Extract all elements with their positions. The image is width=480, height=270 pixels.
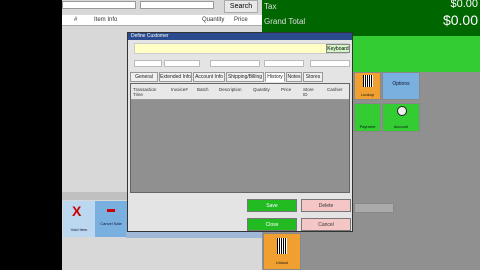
dialog-title: Define Customer <box>128 33 352 40</box>
search-button[interactable]: Search <box>224 0 258 13</box>
status-strip <box>126 232 262 238</box>
col-store-id: Store ID <box>303 87 314 97</box>
search-input-secondary[interactable] <box>140 1 214 9</box>
tab-account-info[interactable]: Account Info <box>193 72 225 82</box>
unlock-button[interactable]: Unlock <box>263 233 301 270</box>
void-item-button[interactable]: X Void Item <box>63 201 95 237</box>
tab-shipping-billing[interactable]: Shipping/Billing <box>226 72 264 82</box>
barcode-icon <box>277 238 287 254</box>
account-button[interactable]: Account <box>382 103 420 132</box>
col-cashier: Cashier <box>327 87 343 92</box>
cancel-button[interactable]: Cancel <box>301 218 351 231</box>
customer-field-3[interactable] <box>210 60 260 67</box>
person-icon <box>397 106 407 116</box>
col-price: Price <box>281 87 292 92</box>
options-label: Options <box>392 81 410 87</box>
options-button[interactable]: Options <box>382 72 420 100</box>
keyboard-button[interactable]: Keyboard <box>326 44 350 53</box>
customer-field-4[interactable] <box>264 60 304 67</box>
delete-button[interactable]: Delete <box>301 199 351 212</box>
payment-label: Payment <box>359 124 376 129</box>
right-small-field[interactable] <box>354 203 394 213</box>
barcode-icon <box>363 75 373 87</box>
payment-button[interactable]: Payment <box>354 103 381 132</box>
account-label: Account <box>393 124 409 129</box>
customer-tabs: General Info Extended Info Account Info … <box>130 72 350 89</box>
lookup-label: Lookup <box>360 92 375 97</box>
col-quantity: Quantity <box>253 87 270 92</box>
search-input[interactable] <box>62 1 136 9</box>
tab-history[interactable]: History <box>265 72 285 82</box>
history-grid: Transaction Time Invoice# Batch Descript… <box>130 83 350 193</box>
cancel-sale-button[interactable]: Cancel Sale <box>95 201 127 237</box>
col-description: Description <box>219 87 242 92</box>
save-button[interactable]: Save <box>247 199 297 212</box>
tab-extended-info[interactable]: Extended Info <box>159 72 192 82</box>
x-icon: X <box>72 203 82 219</box>
customer-search-bar[interactable] <box>134 43 348 54</box>
left-black-bar <box>0 0 62 270</box>
col-transaction-time: Transaction Time <box>133 87 157 97</box>
lookup-button[interactable]: Lookup <box>354 72 381 100</box>
define-customer-dialog: Define Customer Keyboard General Info Ex… <box>127 32 353 232</box>
tab-general-info[interactable]: General Info <box>130 72 158 89</box>
tab-notes[interactable]: Notes <box>286 72 302 82</box>
close-button[interactable]: Close <box>247 218 297 231</box>
col-item-info: Item Info <box>94 17 118 23</box>
customer-field-1[interactable] <box>134 60 162 67</box>
minus-icon <box>107 209 115 212</box>
green-banner <box>353 36 480 72</box>
history-grid-header: Transaction Time Invoice# Batch Descript… <box>131 84 349 100</box>
col-quantity: Quantity <box>202 17 225 23</box>
tax-value: $0.00 <box>450 0 478 10</box>
customer-field-5[interactable] <box>310 60 350 67</box>
void-item-label: Void Item <box>70 227 88 232</box>
cancel-sale-label: Cancel Sale <box>100 221 122 226</box>
tax-label: Tax <box>264 2 277 11</box>
grand-total-value: $0.00 <box>442 12 478 28</box>
totals-panel: Tax Grand Total <box>262 0 420 36</box>
col-invoice: Invoice# <box>171 87 188 92</box>
col-batch: Batch <box>197 87 209 92</box>
item-list-header: # Item Info Quantity Price <box>62 15 262 26</box>
grand-total-label: Grand Total <box>264 17 306 26</box>
col-number: # <box>74 17 78 23</box>
tab-stores[interactable]: Stores <box>303 72 323 82</box>
customer-field-2[interactable] <box>164 60 200 67</box>
unlock-label: Unlock <box>275 260 289 265</box>
col-price: Price <box>234 17 248 23</box>
totals-values: $0.00 $0.00 <box>420 0 480 36</box>
